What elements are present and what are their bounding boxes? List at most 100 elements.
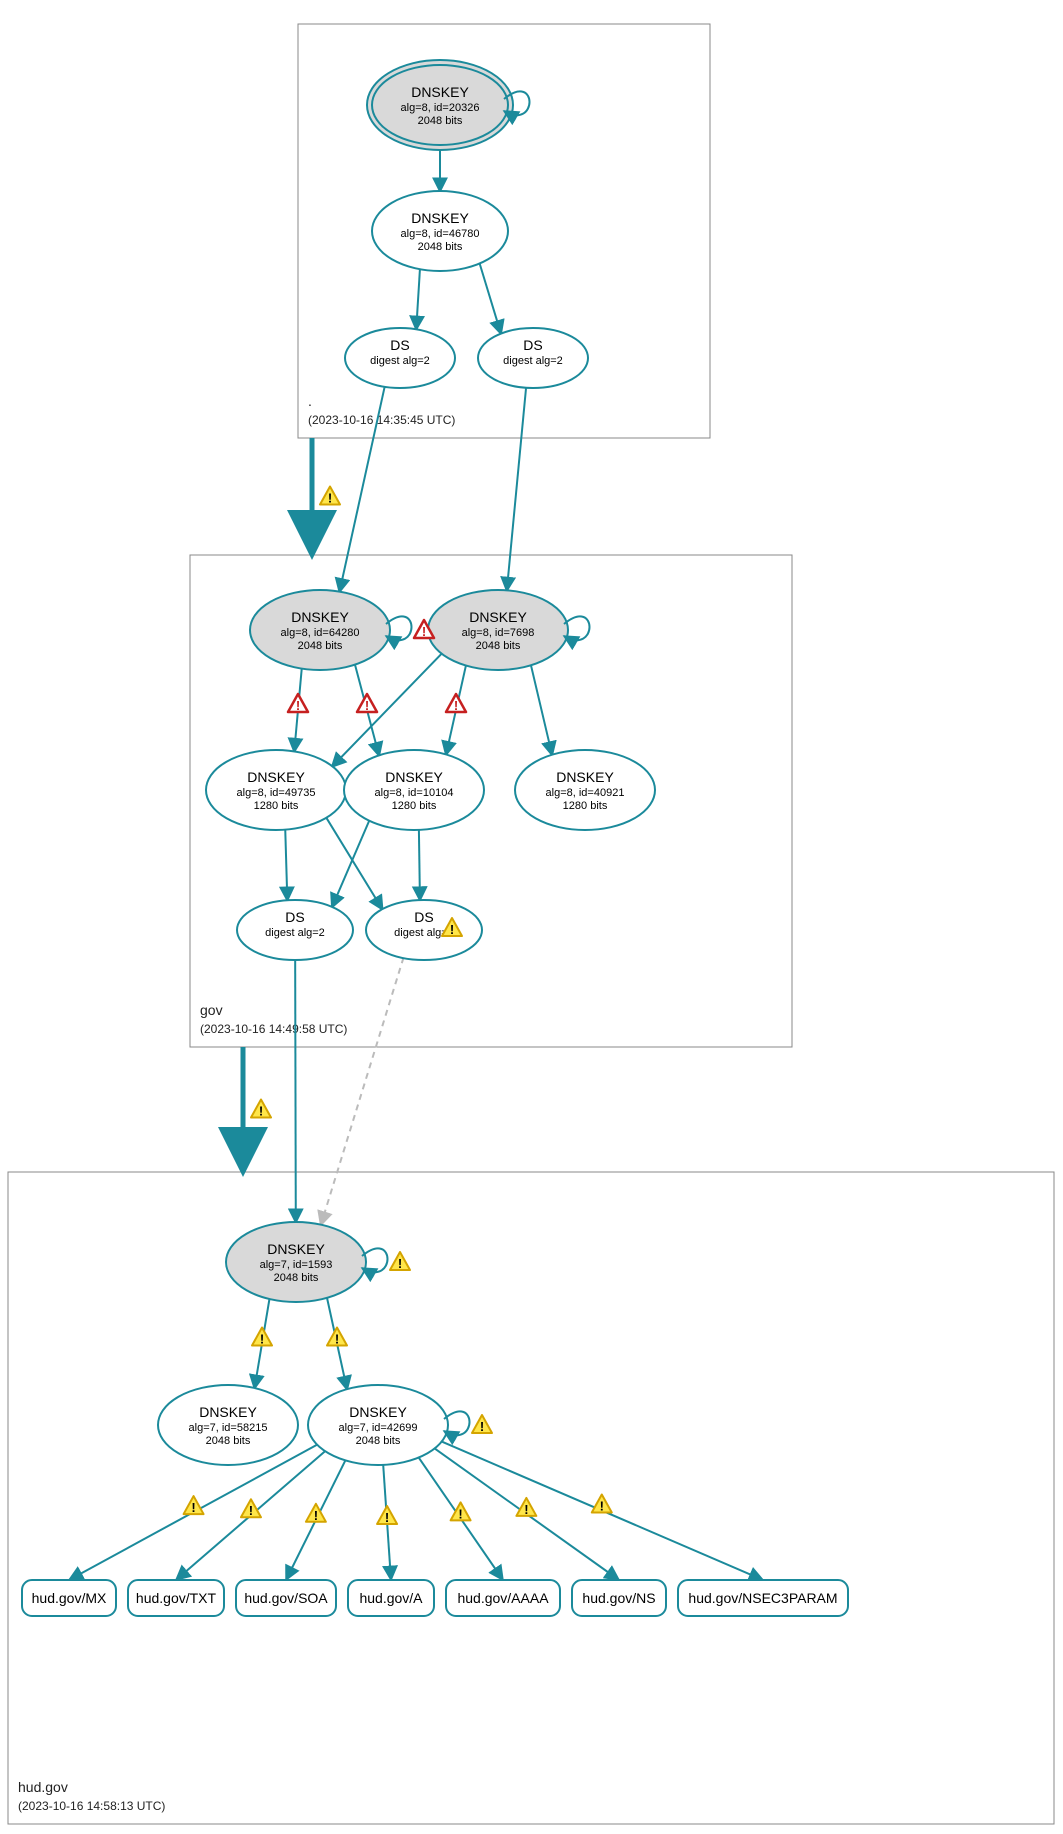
svg-text:!: !	[314, 1508, 318, 1523]
node-title: DNSKEY	[469, 609, 527, 625]
dnssec-graph: .(2023-10-16 14:35:45 UTC)gov(2023-10-16…	[0, 0, 1063, 1834]
node-rr2[interactable]: hud.gov/TXT	[128, 1580, 224, 1616]
svg-text:!: !	[422, 624, 426, 639]
warning-icon: !	[252, 1328, 272, 1347]
node-sub: digest alg=2	[265, 927, 325, 939]
zone-timestamp: (2023-10-16 14:58:13 UTC)	[18, 1799, 165, 1813]
zone-hud	[8, 1172, 1054, 1824]
node-sub: alg=8, id=64280	[281, 627, 360, 639]
zone-label: .	[308, 393, 312, 409]
node-rr5[interactable]: hud.gov/AAAA	[446, 1580, 560, 1616]
warning-icon: !	[327, 1328, 347, 1347]
node-sub: 2048 bits	[206, 1435, 251, 1447]
edge	[531, 664, 552, 755]
edge	[419, 829, 420, 901]
rr-label: hud.gov/NS	[582, 1590, 655, 1606]
node-sub: alg=8, id=10104	[375, 787, 454, 799]
node-g3[interactable]: DNSKEY alg=8, id=497351280 bits	[206, 750, 346, 830]
node-h1[interactable]: DNSKEY alg=7, id=15932048 bits	[226, 1222, 366, 1302]
node-sub: 2048 bits	[476, 640, 521, 652]
node-sub: alg=8, id=20326	[401, 102, 480, 114]
warning-icon: !	[390, 1252, 410, 1271]
warning-icon: !	[377, 1506, 397, 1525]
edge	[285, 829, 287, 901]
node-g6[interactable]: DSdigest alg=2	[237, 900, 353, 960]
node-title: DS	[390, 337, 409, 353]
node-title: DNSKEY	[411, 210, 469, 226]
node-sub: digest alg=2	[503, 355, 563, 367]
rr-label: hud.gov/TXT	[136, 1590, 217, 1606]
node-title: DNSKEY	[199, 1404, 257, 1420]
svg-text:!: !	[385, 1510, 389, 1525]
node-rr7[interactable]: hud.gov/NSEC3PARAM	[678, 1580, 848, 1616]
svg-text:!: !	[365, 698, 369, 713]
node-g4[interactable]: DNSKEY alg=8, id=101041280 bits	[344, 750, 484, 830]
edge	[332, 820, 370, 908]
node-r3[interactable]: DS digest alg=2	[345, 328, 455, 388]
zone-timestamp: (2023-10-16 14:49:58 UTC)	[200, 1022, 347, 1036]
rr-label: hud.gov/MX	[32, 1590, 107, 1606]
svg-text:!: !	[450, 922, 454, 937]
node-r1[interactable]: DNSKEY alg=8, id=203262048 bits	[367, 60, 513, 150]
rr-label: hud.gov/NSEC3PARAM	[688, 1590, 837, 1606]
edge	[416, 268, 420, 330]
edge	[326, 817, 383, 910]
node-rr6[interactable]: hud.gov/NS	[572, 1580, 666, 1616]
warning-icon: !	[451, 1502, 471, 1521]
node-g1[interactable]: DNSKEY alg=8, id=642802048 bits	[250, 590, 390, 670]
node-sub: 2048 bits	[418, 115, 463, 127]
node-g2[interactable]: DNSKEY alg=8, id=76982048 bits	[428, 590, 568, 670]
svg-text:!: !	[600, 1499, 604, 1514]
node-sub: alg=8, id=40921	[546, 787, 625, 799]
error-icon: !	[357, 694, 377, 713]
node-sub: 1280 bits	[563, 800, 608, 812]
svg-text:!: !	[524, 1502, 528, 1517]
svg-text:!: !	[260, 1332, 264, 1347]
node-r4[interactable]: DSdigest alg=2	[478, 328, 588, 388]
node-h3[interactable]: DNSKEYalg=7, id=426992048 bits	[308, 1385, 448, 1465]
node-sub: alg=8, id=49735	[237, 787, 316, 799]
svg-text:!: !	[335, 1332, 339, 1347]
node-title: DNSKEY	[267, 1241, 325, 1257]
node-title: DNSKEY	[385, 769, 443, 785]
node-h2[interactable]: DNSKEY alg=7, id=582152048 bits	[158, 1385, 298, 1465]
node-title: DNSKEY	[247, 769, 305, 785]
node-title: DNSKEY	[291, 609, 349, 625]
node-sub: alg=8, id=7698	[462, 627, 535, 639]
node-title: DNSKEY	[411, 84, 469, 100]
svg-text:!: !	[296, 698, 300, 713]
node-sub: 2048 bits	[274, 1272, 319, 1284]
warning-icon: !	[472, 1415, 492, 1434]
node-sub: digest alg=2	[370, 355, 430, 367]
node-sub: alg=7, id=42699	[339, 1422, 418, 1434]
node-sub: 1280 bits	[254, 800, 299, 812]
node-sub: 1280 bits	[392, 800, 437, 812]
zone-timestamp: (2023-10-16 14:35:45 UTC)	[308, 413, 455, 427]
rr-label: hud.gov/A	[359, 1590, 423, 1606]
edge	[479, 263, 501, 335]
svg-text:!: !	[249, 1503, 253, 1518]
node-sub: 2048 bits	[356, 1435, 401, 1447]
node-g5[interactable]: DNSKEY alg=8, id=409211280 bits	[515, 750, 655, 830]
rr-label: hud.gov/SOA	[244, 1590, 328, 1606]
warning-icon: !	[251, 1100, 271, 1119]
svg-text:!: !	[454, 698, 458, 713]
svg-text:!: !	[191, 1500, 195, 1515]
warning-icon: !	[516, 1498, 536, 1517]
warning-icon: !	[320, 487, 340, 506]
node-rr1[interactable]: hud.gov/MX	[22, 1580, 116, 1616]
svg-text:!: !	[328, 491, 332, 506]
node-g7[interactable]: DSdigest alg=1	[366, 900, 482, 960]
edge	[321, 957, 404, 1225]
node-r2[interactable]: DNSKEYalg=8, id=467802048 bits	[372, 191, 508, 271]
svg-text:!: !	[480, 1419, 484, 1434]
node-sub: 2048 bits	[298, 640, 343, 652]
svg-text:!: !	[259, 1104, 263, 1119]
node-rr3[interactable]: hud.gov/SOA	[236, 1580, 336, 1616]
node-rr4[interactable]: hud.gov/A	[348, 1580, 434, 1616]
node-sub: alg=8, id=46780	[401, 228, 480, 240]
node-sub: alg=7, id=58215	[189, 1422, 268, 1434]
node-sub: alg=7, id=1593	[260, 1259, 333, 1271]
node-title: DNSKEY	[556, 769, 614, 785]
error-icon: !	[446, 694, 466, 713]
